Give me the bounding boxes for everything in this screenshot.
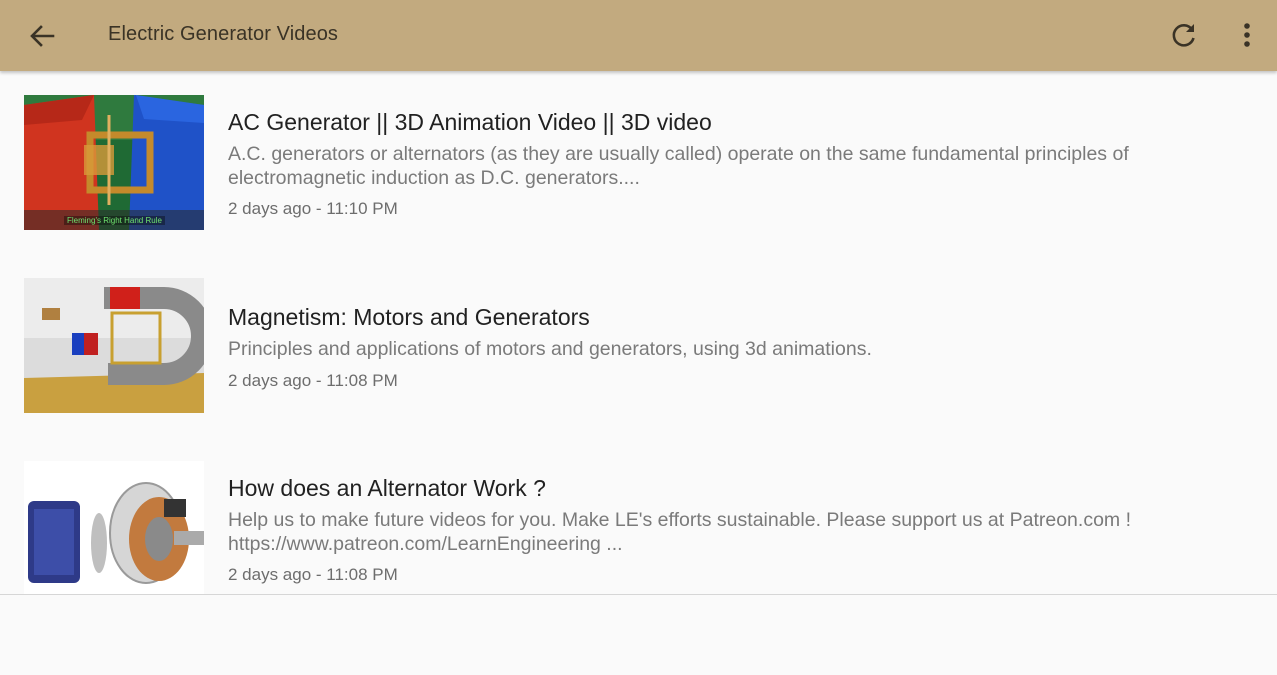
video-date: 2 days ago - 11:08 PM	[228, 565, 398, 584]
thumbnail-caption: Fleming's Right Hand Rule	[64, 216, 165, 225]
refresh-button[interactable]	[1164, 15, 1204, 55]
video-thumbnail[interactable]	[24, 278, 204, 413]
magnetism-thumbnail-image	[24, 278, 204, 413]
back-button[interactable]	[22, 16, 62, 56]
refresh-icon	[1172, 24, 1195, 47]
more-vert-icon	[1244, 23, 1250, 47]
arrow-back-icon	[30, 25, 55, 47]
ac-generator-thumbnail-image	[24, 95, 204, 230]
video-list[interactable]: Fleming's Right Hand Rule AC Generator |…	[0, 71, 1277, 595]
video-title: How does an Alternator Work ?	[228, 475, 546, 501]
video-title: Magnetism: Motors and Generators	[228, 304, 590, 330]
video-description: A.C. generators or alternators (as they …	[228, 143, 1129, 189]
video-description: Help us to make future videos for you. M…	[228, 509, 1131, 555]
video-item-ac-generator[interactable]: Fleming's Right Hand Rule AC Generator |…	[0, 71, 1277, 251]
alternator-thumbnail-image	[24, 461, 204, 594]
video-thumbnail[interactable]	[24, 461, 204, 594]
page-title: Electric Generator Videos	[108, 23, 339, 45]
video-title: AC Generator || 3D Animation Video || 3D…	[228, 109, 712, 135]
video-date: 2 days ago - 11:10 PM	[228, 199, 398, 218]
app-bar: Electric Generator Videos	[0, 0, 1277, 71]
video-thumbnail[interactable]: Fleming's Right Hand Rule	[24, 95, 204, 230]
video-date: 2 days ago - 11:08 PM	[228, 371, 398, 390]
video-description: Principles and applications of motors an…	[228, 338, 872, 360]
more-options-button[interactable]	[1227, 15, 1267, 55]
video-item-alternator[interactable]: How does an Alternator Work ? Help us to…	[0, 437, 1277, 594]
video-item-magnetism[interactable]: Magnetism: Motors and Generators Princip…	[0, 254, 1277, 434]
